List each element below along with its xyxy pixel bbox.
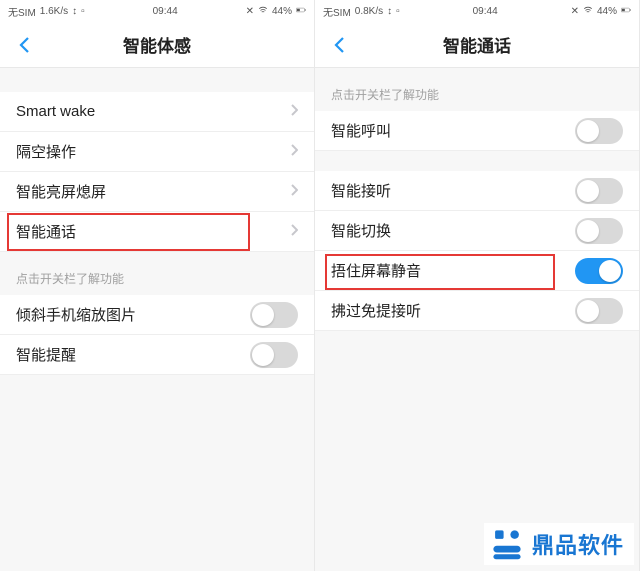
watermark: 鼎品软件	[484, 523, 634, 565]
phone-left: 无SIM 1.6K/s ↕ ▫ 09:44 ✕ 44% 智能体感 Smart w…	[0, 0, 315, 571]
row-air-gesture[interactable]: 隔空操作	[0, 132, 314, 172]
row-smart-remind[interactable]: 智能提醒	[0, 335, 314, 375]
row-label: 拂过免提接听	[331, 300, 575, 321]
row-wave-speaker[interactable]: 拂过免提接听	[315, 291, 639, 331]
row-smart-call[interactable]: 智能通话	[0, 212, 314, 252]
back-button[interactable]	[10, 31, 38, 59]
nav-bar: 智能通话	[315, 22, 639, 68]
chevron-right-icon	[290, 183, 298, 201]
net-speed: 0.8K/s	[355, 6, 383, 17]
toggle-tilt-zoom[interactable]	[250, 302, 298, 328]
card-icon: ▫	[81, 6, 85, 17]
row-cover-mute[interactable]: 捂住屏幕静音	[315, 251, 639, 291]
toggle-smart-dial[interactable]	[575, 118, 623, 144]
row-label: 倾斜手机缩放图片	[16, 304, 250, 325]
toggle-wave-speaker[interactable]	[575, 298, 623, 324]
chevron-right-icon	[290, 223, 298, 241]
wifi-icon	[583, 5, 593, 18]
row-smart-answer[interactable]: 智能接听	[315, 171, 639, 211]
watermark-text: 鼎品软件	[532, 528, 624, 560]
back-button[interactable]	[325, 31, 353, 59]
phone-right: 无SIM 0.8K/s ↕ ▫ 09:44 ✕ 44% 智能通话 点击开关栏了解…	[315, 0, 640, 571]
status-bar: 无SIM 0.8K/s ↕ ▫ 09:44 ✕ 44%	[315, 0, 639, 22]
chevron-right-icon	[290, 103, 298, 121]
battery-icon	[621, 5, 631, 18]
row-label: 智能接听	[331, 180, 575, 201]
wifi-icon	[258, 5, 268, 18]
row-label: 智能亮屏熄屏	[16, 181, 290, 202]
battery-icon	[296, 5, 306, 18]
sim-status: 无SIM	[323, 4, 351, 19]
section-hint: 点击开关栏了解功能	[315, 68, 639, 111]
toggle-cover-mute[interactable]	[575, 258, 623, 284]
row-label: Smart wake	[16, 103, 290, 120]
sim-status: 无SIM	[8, 4, 36, 19]
row-label: 智能通话	[16, 221, 290, 242]
toggle-smart-answer[interactable]	[575, 178, 623, 204]
toggle-smart-switch[interactable]	[575, 218, 623, 244]
row-smart-dial[interactable]: 智能呼叫	[315, 111, 639, 151]
chevron-right-icon	[290, 143, 298, 161]
battery-text: 44%	[597, 6, 617, 17]
clock: 09:44	[153, 6, 178, 17]
row-smart-screen[interactable]: 智能亮屏熄屏	[0, 172, 314, 212]
row-smart-switch[interactable]: 智能切换	[315, 211, 639, 251]
section-hint: 点击开关栏了解功能	[0, 252, 314, 295]
usb-icon: ↕	[72, 6, 77, 17]
nav-bar: 智能体感	[0, 22, 314, 68]
mute-icon: ✕	[246, 6, 254, 17]
row-smart-wake[interactable]: Smart wake	[0, 92, 314, 132]
page-title: 智能体感	[123, 32, 191, 57]
battery-text: 44%	[272, 6, 292, 17]
status-bar: 无SIM 1.6K/s ↕ ▫ 09:44 ✕ 44%	[0, 0, 314, 22]
page-title: 智能通话	[443, 32, 511, 57]
spacer	[0, 68, 314, 92]
row-label: 隔空操作	[16, 141, 290, 162]
toggle-smart-remind[interactable]	[250, 342, 298, 368]
card-icon: ▫	[396, 6, 400, 17]
clock: 09:44	[473, 6, 498, 17]
row-label: 智能切换	[331, 220, 575, 241]
row-tilt-zoom[interactable]: 倾斜手机缩放图片	[0, 295, 314, 335]
watermark-logo-icon	[490, 527, 524, 561]
mute-icon: ✕	[571, 6, 579, 17]
row-label: 智能呼叫	[331, 120, 575, 141]
row-label: 智能提醒	[16, 344, 250, 365]
row-label: 捂住屏幕静音	[331, 260, 575, 281]
usb-icon: ↕	[387, 6, 392, 17]
net-speed: 1.6K/s	[40, 6, 68, 17]
spacer	[315, 151, 639, 171]
